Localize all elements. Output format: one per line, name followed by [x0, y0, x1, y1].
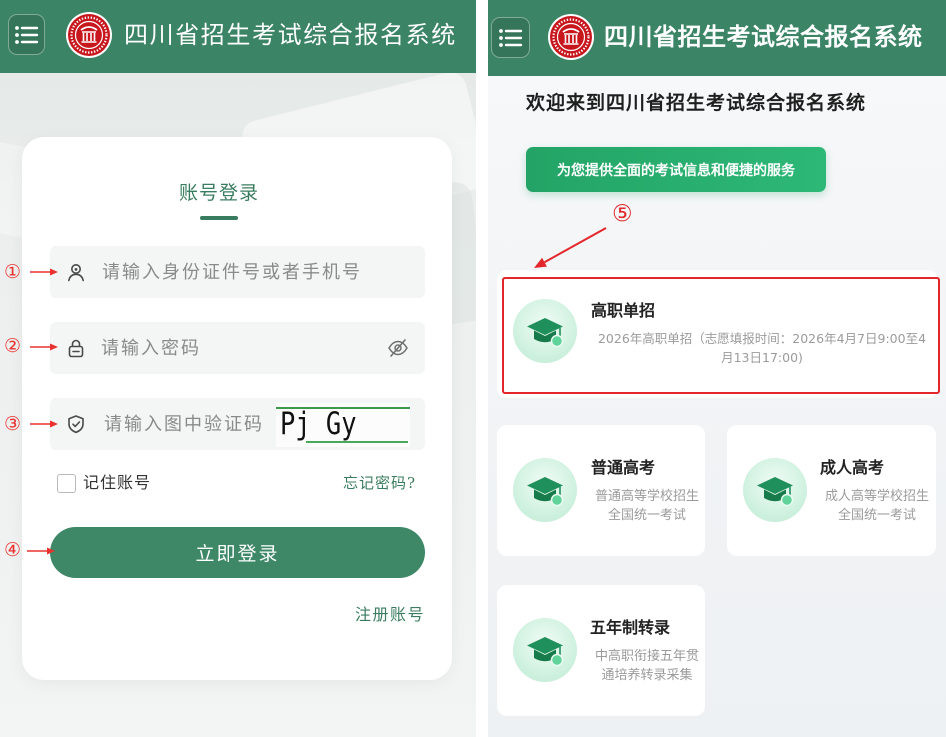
home-screen: 四川省招生考试综合报名系统 欢迎来到四川省招生考试综合报名系统 为您提供全面的考… — [488, 0, 946, 737]
graduation-cap-icon — [743, 458, 807, 522]
menu-icon — [498, 28, 522, 47]
exam-card-wunianzhi-zhuanlu[interactable]: 五年制转录 中高职衔接五年贯 通培养转录采集 — [497, 585, 705, 716]
app-header: 四川省招生考试综合报名系统 — [0, 0, 476, 73]
annotation-arrow-5 — [534, 227, 607, 268]
exam-card-chengren-gaokao[interactable]: 成人高考 成人高等学校招生 全国统一考试 — [727, 425, 936, 556]
exam-card-desc: 成人高等学校招生 全国统一考试 — [821, 487, 933, 525]
annotation-step-2: ② — [4, 335, 22, 357]
remember-checkbox[interactable] — [57, 474, 76, 493]
exam-card-desc-line: 中高职衔接五年贯 — [594, 649, 699, 664]
eye-off-icon[interactable] — [387, 337, 409, 359]
exam-card-desc-line: 成人高等学校招生 — [824, 489, 929, 504]
exam-card-desc-line: 2026年高职单招（志愿填报时间：2026年4月7日9:00至4 — [597, 331, 927, 346]
exam-card-desc-line: 全国统一考试 — [607, 508, 686, 523]
exam-card-title: 高职单招 — [591, 301, 656, 320]
account-field[interactable] — [50, 246, 425, 298]
menu-icon — [14, 25, 38, 44]
exam-card-desc-line: 通培养转录采集 — [601, 668, 693, 683]
app-title: 四川省招生考试综合报名系统 — [124, 21, 457, 49]
captcha-input[interactable] — [104, 398, 272, 450]
exam-card-title: 成人高考 — [820, 458, 885, 477]
graduation-cap-icon — [513, 618, 577, 682]
exam-card-desc-line: 全国统一考试 — [837, 508, 916, 523]
shield-check-icon — [68, 415, 84, 434]
exam-card-desc: 中高职衔接五年贯 通培养转录采集 — [591, 647, 703, 685]
exam-card-desc: 2026年高职单招（志愿填报时间：2026年4月7日9:00至4 月13日17:… — [591, 329, 933, 367]
menu-button[interactable] — [491, 17, 530, 58]
remember-label[interactable]: 记住账号 — [83, 472, 151, 494]
logo-seal-icon — [66, 12, 112, 58]
graduation-cap-icon — [513, 299, 577, 363]
captcha-image[interactable]: Pj Gy — [276, 403, 410, 447]
app-title: 四川省招生考试综合报名系统 — [604, 23, 923, 51]
page: 四川省招生考试综合报名系统 账号登录 请输入身份证件号或者手机号 请输入图中验证… — [0, 0, 946, 737]
password-field[interactable] — [50, 322, 425, 374]
login-tab-title[interactable]: 账号登录 — [177, 181, 261, 205]
service-banner-button[interactable]: 为您提供全面的考试信息和便捷的服务 — [526, 147, 826, 192]
account-input[interactable] — [102, 246, 414, 298]
annotation-step-1: ① — [4, 261, 22, 283]
graduation-cap-icon — [513, 458, 577, 522]
exam-card-title: 普通高考 — [591, 458, 656, 477]
user-icon — [68, 264, 84, 282]
annotation-step-5: ⑤ — [612, 201, 633, 227]
exam-card-putong-gaokao[interactable]: 普通高考 普通高等学校招生 全国统一考试 — [497, 425, 705, 556]
register-link[interactable]: 注册账号 — [355, 604, 425, 626]
logo-seal-icon — [548, 14, 594, 60]
title-underline — [200, 216, 238, 220]
captcha-text: Pj Gy — [280, 406, 357, 442]
captcha-noise-line — [306, 441, 408, 443]
exam-card-gaozhi-danzhao[interactable]: 高职单招 2026年高职单招（志愿填报时间：2026年4月7日9:00至4 月1… — [497, 270, 938, 398]
exam-card-desc-line: 月13日17:00) — [721, 350, 803, 365]
exam-card-title: 五年制转录 — [590, 618, 671, 637]
lock-icon — [68, 339, 84, 358]
captcha-field[interactable]: Pj Gy — [50, 398, 425, 450]
exam-card-desc: 普通高等学校招生 全国统一考试 — [591, 487, 703, 525]
login-screen: 四川省招生考试综合报名系统 账号登录 请输入身份证件号或者手机号 请输入图中验证… — [0, 0, 476, 737]
app-header: 四川省招生考试综合报名系统 — [488, 0, 946, 76]
welcome-heading: 欢迎来到四川省招生考试综合报名系统 — [526, 92, 867, 114]
forgot-password-link[interactable]: 忘记密码? — [343, 472, 416, 494]
login-button[interactable]: 立即登录 — [50, 527, 425, 578]
login-card: 账号登录 请输入身份证件号或者手机号 请输入图中验证码 Pj Gy 记住账号 忘… — [22, 137, 452, 680]
annotation-step-3: ③ — [4, 413, 22, 435]
annotation-step-4: ④ — [4, 539, 22, 561]
password-input[interactable] — [101, 322, 371, 374]
menu-button[interactable] — [8, 14, 45, 55]
exam-card-desc-line: 普通高等学校招生 — [594, 489, 699, 504]
